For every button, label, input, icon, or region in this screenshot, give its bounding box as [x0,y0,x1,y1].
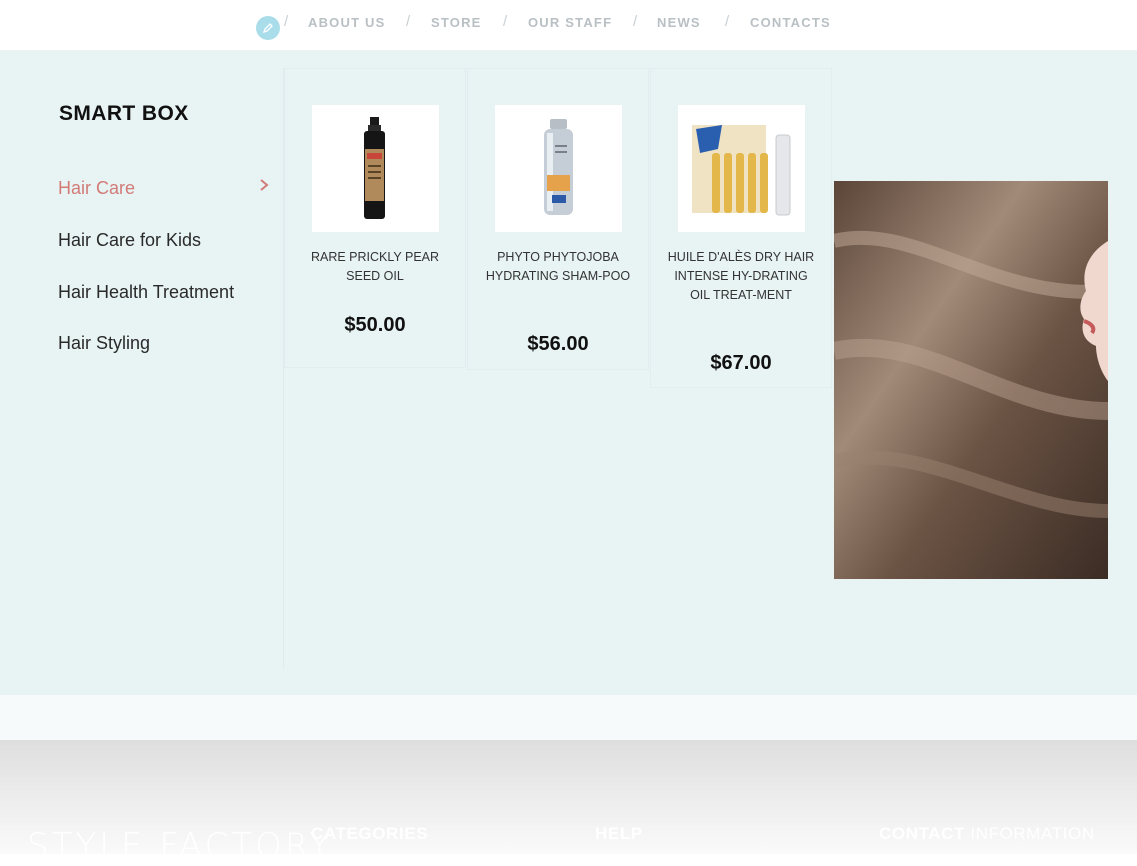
product-name[interactable]: RARE PRICKLY PEAR SEED OIL [298,248,452,286]
footer-logo[interactable]: STYLE FACTORY [27,826,333,866]
top-navigation: / ABOUT US / STORE / OUR STAFF / NEWS / … [0,0,1137,50]
category-hair-styling[interactable]: Hair Styling [58,333,150,354]
footer-heading-contact-bold: CONTACT [879,824,966,843]
nav-separator: / [503,13,508,30]
nav-contacts[interactable]: CONTACTS [750,15,831,30]
product-price: $67.00 [710,352,772,374]
product-name[interactable]: PHYTO PHYTOJOBA HYDRATING SHAM-POO [481,248,635,286]
footer-heading-categories: CATEGORIES [311,824,429,843]
category-hair-care[interactable]: Hair Care [58,178,135,199]
product-name[interactable]: HUILE D'ALÈS DRY HAIR INTENSE HY-DRATING… [664,248,818,305]
footer: STYLE FACTORY CATEGORIES HELP CONTACT IN… [0,740,1137,866]
edit-pencil-icon[interactable] [256,16,280,40]
nav-about-us[interactable]: ABOUT US [308,15,386,30]
footer-heading-contact-light: INFORMATION [970,824,1095,843]
mega-menu-title: SMART BOX [59,102,189,125]
product-price: $50.00 [344,314,406,336]
nav-news[interactable]: NEWS [657,15,701,30]
category-hair-care-for-kids[interactable]: Hair Care for Kids [58,230,201,251]
product-image[interactable] [678,105,805,232]
product-price: $56.00 [527,333,589,355]
nav-separator: / [633,13,638,30]
chevron-right-icon[interactable] [258,178,270,192]
hair-model-image [834,181,1108,579]
nav-store[interactable]: STORE [431,15,482,30]
separator-strip [0,695,1137,740]
product-image[interactable] [495,105,622,232]
nav-separator: / [406,13,411,30]
nav-our-staff[interactable]: OUR STAFF [528,15,612,30]
footer-heading-help: HELP [595,824,643,843]
product-image[interactable] [312,105,439,232]
footer-heading-contact: CONTACT INFORMATION [879,824,1095,844]
nav-separator: / [284,13,289,30]
category-hair-health-treatment[interactable]: Hair Health Treatment [58,282,234,303]
mega-menu-panel: SMART BOX Hair Care Hair Care for Kids H… [0,50,1137,695]
nav-separator: / [725,13,730,30]
